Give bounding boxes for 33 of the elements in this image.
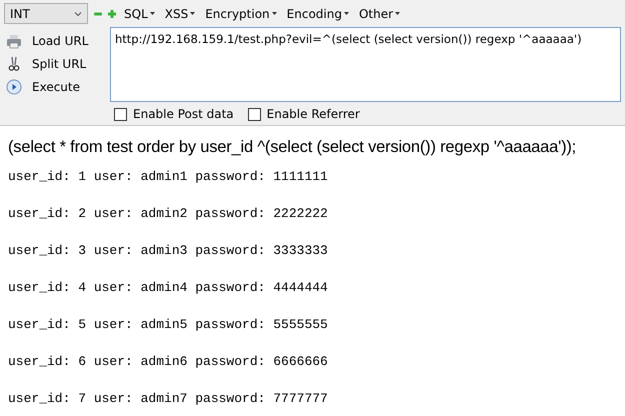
result-row-text: user_id: 3 user: admin3 password: 3333333 bbox=[8, 242, 329, 260]
result-row-text: user_id: 2 user: admin2 password: 2222222 bbox=[8, 205, 329, 223]
menu-item[interactable]: XSS bbox=[162, 6, 198, 20]
url-field[interactable]: http://192.168.159.1/test.php?evil=^(select (select version()) regexp '^aaaaaa') bbox=[110, 27, 621, 102]
result-row-text: user_id: 1 user: admin1 password: 1111111 bbox=[8, 168, 329, 186]
caret-icon bbox=[395, 12, 400, 15]
result-row-text: user_id: 7 user: admin7 password: 7777777 bbox=[8, 390, 329, 408]
caret-icon bbox=[272, 12, 277, 15]
action-button[interactable]: Load URL bbox=[4, 31, 104, 51]
checkbox[interactable] bbox=[248, 108, 261, 120]
scissors-icon bbox=[6, 56, 22, 72]
caret-icon bbox=[150, 12, 155, 15]
action-button[interactable]: Execute bbox=[4, 77, 104, 97]
action-button[interactable]: Split URL bbox=[4, 54, 104, 74]
option-checkbox[interactable]: Enable Referrer bbox=[248, 107, 360, 121]
option-checkbox[interactable]: Enable Post data bbox=[114, 107, 234, 121]
result-row-text: user_id: 5 user: admin5 password: 5555555 bbox=[8, 316, 329, 334]
caret-icon bbox=[344, 12, 349, 15]
menu-item[interactable]: SQL bbox=[122, 6, 157, 20]
play-icon bbox=[6, 79, 22, 95]
printer-icon bbox=[6, 33, 22, 49]
type-dropdown[interactable]: INT bbox=[4, 3, 88, 24]
chevron-down-icon bbox=[74, 10, 82, 16]
menu-item[interactable]: Other bbox=[356, 6, 402, 20]
menu-item[interactable]: Encryption bbox=[203, 6, 279, 20]
menu-item[interactable]: Encoding bbox=[284, 6, 351, 20]
result-row-text: user_id: 4 user: admin4 password: 4444444 bbox=[8, 279, 329, 297]
query-text: (select * from test order by user_id ^(select (select version()) regexp '^aaaaaa')); bbox=[8, 138, 578, 157]
option-label: Enable Referrer bbox=[266, 107, 360, 121]
result-row-text: user_id: 6 user: admin6 password: 6666666 bbox=[8, 353, 329, 371]
checkbox[interactable] bbox=[114, 108, 127, 120]
option-label: Enable Post data bbox=[133, 107, 234, 121]
caret-icon bbox=[190, 12, 196, 15]
